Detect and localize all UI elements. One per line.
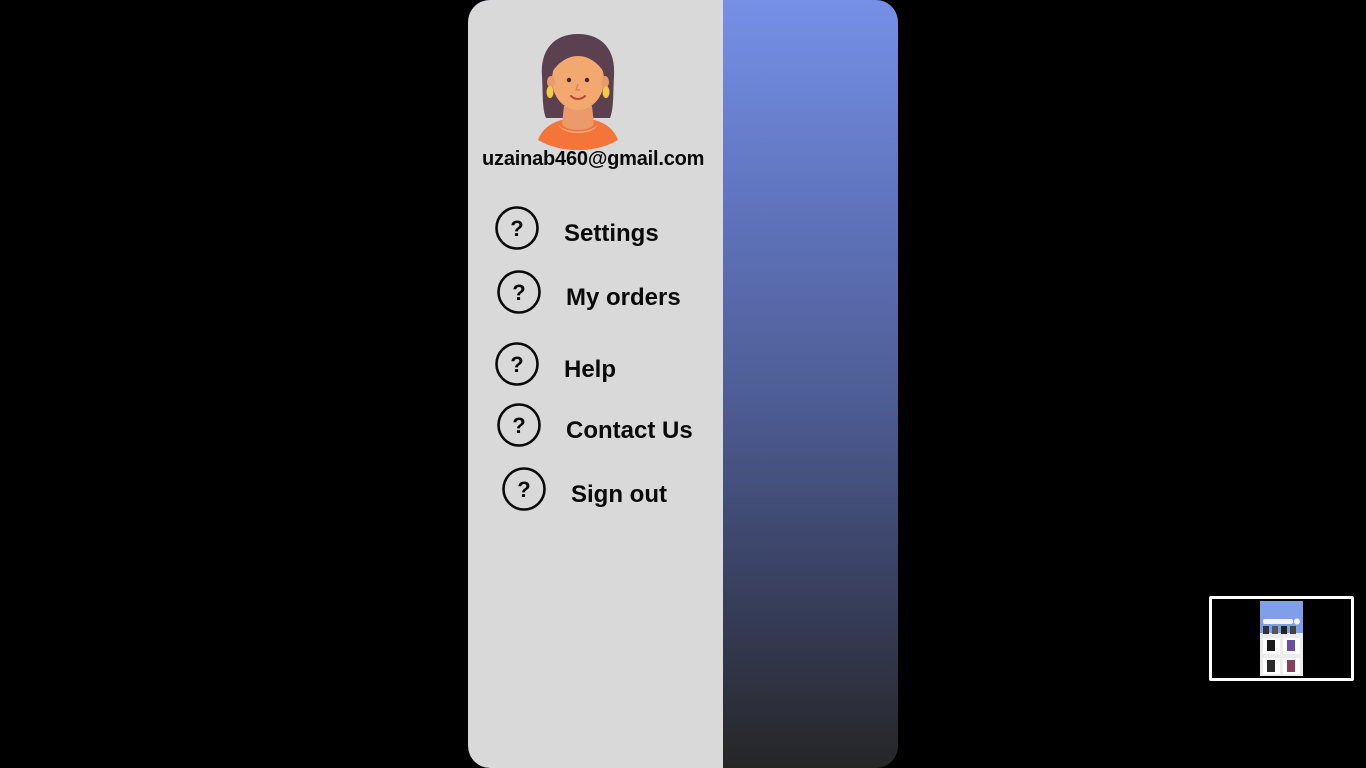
menu-label-my-orders: My orders bbox=[566, 284, 681, 311]
side-drawer: uzainab460@gmail.com ? Settings ? My ord… bbox=[468, 0, 723, 768]
question-circle-icon: ? bbox=[495, 342, 539, 386]
question-circle-icon: ? bbox=[495, 206, 539, 250]
user-email: uzainab460@gmail.com bbox=[482, 148, 705, 170]
svg-text:?: ? bbox=[512, 413, 525, 438]
menu-label-contact-us: Contact Us bbox=[566, 417, 693, 444]
thumbnail-phone-preview bbox=[1260, 601, 1303, 676]
menu-item-settings[interactable]: ? Settings bbox=[495, 206, 695, 252]
svg-text:?: ? bbox=[512, 280, 525, 305]
screen-thumbnail[interactable] bbox=[1209, 596, 1354, 681]
menu-item-contact-us[interactable]: ? Contact Us bbox=[497, 403, 707, 449]
woman-avatar-icon bbox=[538, 34, 618, 150]
menu-label-sign-out: Sign out bbox=[571, 481, 667, 508]
svg-text:?: ? bbox=[517, 477, 530, 502]
screen: uzainab460@gmail.com ? Settings ? My ord… bbox=[0, 0, 1366, 768]
svg-text:?: ? bbox=[510, 352, 523, 377]
question-circle-icon: ? bbox=[497, 270, 541, 314]
menu-label-help: Help bbox=[564, 356, 617, 383]
question-circle-icon: ? bbox=[497, 403, 541, 447]
svg-text:?: ? bbox=[510, 216, 523, 241]
menu-item-help[interactable]: ? Help bbox=[495, 342, 695, 388]
menu-item-sign-out[interactable]: ? Sign out bbox=[502, 467, 702, 513]
thumbnail-image bbox=[1260, 601, 1303, 676]
menu-label-settings: Settings bbox=[564, 220, 659, 247]
app-frame: uzainab460@gmail.com ? Settings ? My ord… bbox=[468, 0, 898, 768]
question-circle-icon: ? bbox=[502, 467, 546, 511]
menu-item-my-orders[interactable]: ? My orders bbox=[497, 270, 697, 316]
